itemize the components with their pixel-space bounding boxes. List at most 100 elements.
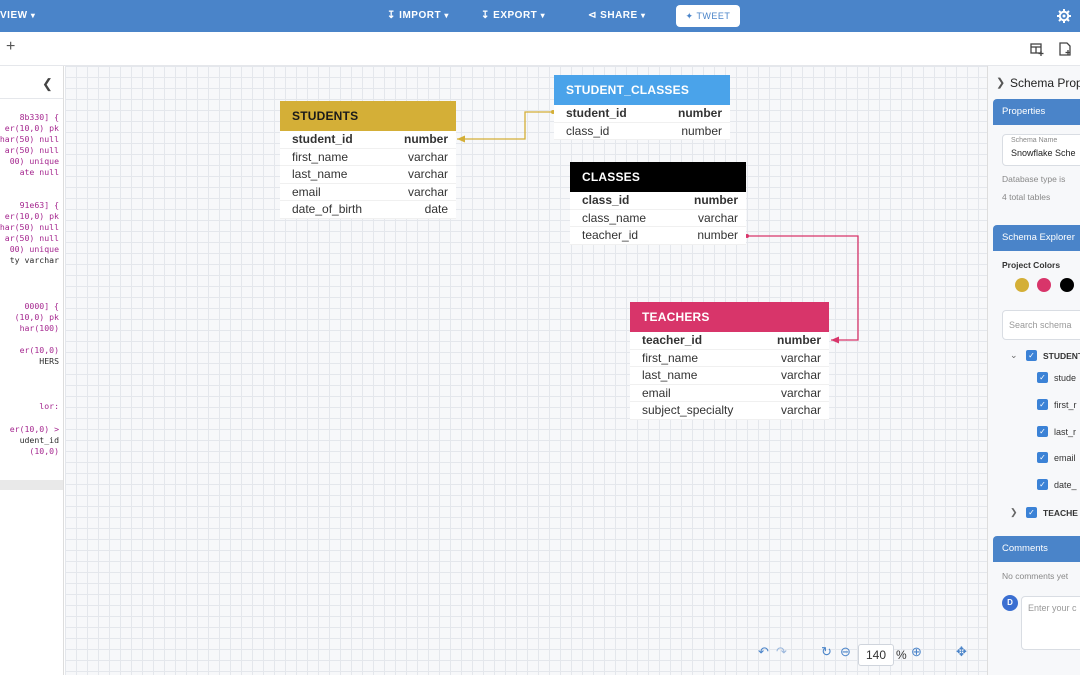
comments-header[interactable]: Comments — [993, 536, 1080, 562]
export-button[interactable]: ↧ EXPORT ▾ — [481, 0, 545, 32]
table-header[interactable]: STUDENTS — [280, 101, 456, 131]
code-line[interactable]: (10,0) — [29, 446, 59, 456]
table-row[interactable]: date_of_birth date — [280, 201, 456, 219]
properties-section-header[interactable]: Properties — [993, 99, 1080, 125]
chevron-down-icon[interactable]: ⌄ — [1010, 350, 1018, 361]
code-line[interactable]: 0000] { — [24, 301, 59, 311]
tree-field-label[interactable]: stude — [1054, 373, 1076, 383]
code-line[interactable]: er(10,0) — [20, 345, 59, 355]
view-label: VIEW — [0, 10, 28, 21]
code-editor-panel[interactable]: ❮ 8b330] {er(10,0) pk har(50) null ar(50) … — [0, 66, 64, 675]
gear-icon[interactable] — [1056, 8, 1072, 24]
code-line[interactable]: har(100) — [20, 323, 59, 333]
code-line[interactable]: HERS — [39, 356, 59, 366]
code-line[interactable]: ate null — [20, 167, 59, 177]
add-table-icon[interactable] — [1030, 42, 1044, 56]
color-swatch[interactable] — [1060, 278, 1074, 292]
field-type: number — [697, 228, 738, 243]
code-line[interactable]: 00) unique — [10, 156, 59, 166]
diagram-canvas[interactable]: STUDENTS student_id number first_name varch… — [65, 66, 987, 675]
chevron-right-icon[interactable]: ❯ — [996, 76, 1005, 89]
checkbox-field[interactable]: ✓ — [1037, 372, 1048, 383]
tree-field-label[interactable]: date_ — [1054, 480, 1077, 490]
share-button[interactable]: ⊲ SHARE ▾ — [588, 0, 645, 32]
undo-icon[interactable]: ↶ — [758, 644, 769, 666]
code-line[interactable]: 91e63] { — [20, 200, 59, 210]
table-header[interactable]: CLASSES — [570, 162, 746, 192]
table-row[interactable]: class_id number — [570, 192, 746, 210]
tree-field-label[interactable]: last_r — [1054, 427, 1076, 437]
tweet-button[interactable]: ✦ TWEET — [676, 5, 740, 27]
color-swatch[interactable] — [1037, 278, 1051, 292]
table-row[interactable]: last_name varchar — [630, 367, 829, 385]
reset-view-icon[interactable]: ↻ — [821, 644, 832, 666]
checkbox-field[interactable]: ✓ — [1037, 452, 1048, 463]
tree-students-label[interactable]: STUDENT — [1043, 351, 1080, 361]
chevron-right-icon[interactable]: ❯ — [1010, 507, 1018, 518]
table-row[interactable]: first_name varchar — [280, 149, 456, 167]
table-header[interactable]: STUDENT_CLASSES — [554, 75, 730, 105]
tree-field-label[interactable]: first_r — [1054, 400, 1077, 410]
checkbox-field[interactable]: ✓ — [1037, 479, 1048, 490]
field-name: last_name — [642, 368, 698, 383]
code-line[interactable]: lor: — [39, 401, 59, 411]
code-line[interactable]: 8b330] { — [20, 112, 59, 122]
table-row[interactable]: class_id number — [554, 123, 730, 141]
code-line[interactable]: (10,0) pk — [15, 312, 59, 322]
zoom-in-icon[interactable]: ⊕ — [911, 644, 922, 666]
table-classes[interactable]: CLASSES class_id number class_name varchar t… — [570, 162, 746, 245]
checkbox-students[interactable]: ✓ — [1026, 350, 1037, 361]
field-type: number — [403, 132, 448, 146]
checkbox-teachers[interactable]: ✓ — [1026, 507, 1037, 518]
chevron-down-icon: ▾ — [444, 11, 449, 20]
field-name: last_name — [292, 167, 348, 182]
checkbox-field[interactable]: ✓ — [1037, 399, 1048, 410]
field-type: varchar — [780, 368, 821, 383]
code-line[interactable]: har(50) null — [0, 222, 59, 232]
table-students[interactable]: STUDENTS student_id number first_name varch… — [280, 101, 456, 219]
horizontal-scrollbar[interactable] — [0, 480, 63, 490]
fit-view-icon[interactable]: ✥ — [956, 644, 967, 666]
table-row[interactable]: student_id number — [554, 105, 730, 123]
collapse-panel-icon[interactable]: ❮ — [42, 76, 53, 92]
table-row[interactable]: class_name varchar — [570, 210, 746, 228]
code-line[interactable]: ar(50) null — [5, 145, 59, 155]
field-name: teacher_id — [642, 333, 703, 347]
code-line[interactable]: har(50) null — [0, 134, 59, 144]
code-line[interactable]: ar(50) null — [5, 233, 59, 243]
code-line[interactable]: er(10,0) > — [10, 424, 59, 434]
table-row[interactable]: teacher_id number — [570, 227, 746, 245]
table-student-classes[interactable]: STUDENT_CLASSES student_id number class_id… — [554, 75, 730, 141]
table-row[interactable]: last_name varchar — [280, 166, 456, 184]
zoom-out-icon[interactable]: ⊖ — [840, 644, 851, 666]
code-line[interactable]: udent_id — [20, 435, 59, 445]
add-note-icon[interactable] — [1058, 42, 1072, 56]
table-row[interactable]: email varchar — [630, 385, 829, 403]
table-header[interactable]: TEACHERS — [630, 302, 829, 332]
redo-icon[interactable]: ↷ — [776, 644, 787, 666]
view-menu[interactable]: VIEW ▾ — [0, 0, 35, 32]
tree-teachers-label[interactable]: TEACHE — [1043, 508, 1078, 518]
add-tab-icon[interactable]: + — [6, 38, 15, 56]
editor-divider — [0, 98, 63, 99]
schema-name-field[interactable]: Schema Name Snowflake Sche — [1002, 134, 1080, 166]
table-row[interactable]: teacher_id number — [630, 332, 829, 350]
zoom-input[interactable]: 140 — [858, 644, 894, 666]
table-row[interactable]: student_id number — [280, 131, 456, 149]
table-teachers[interactable]: TEACHERS teacher_id number first_name varch… — [630, 302, 829, 420]
table-row[interactable]: email varchar — [280, 184, 456, 202]
import-button[interactable]: ↧ IMPORT ▾ — [387, 0, 449, 32]
schema-explorer-header[interactable]: Schema Explorer — [993, 225, 1080, 251]
code-line[interactable]: er(10,0) pk — [5, 211, 59, 221]
code-line[interactable]: ty varchar — [10, 255, 59, 265]
code-line[interactable]: er(10,0) pk — [5, 123, 59, 133]
import-label: IMPORT — [399, 10, 442, 21]
table-row[interactable]: first_name varchar — [630, 350, 829, 368]
checkbox-field[interactable]: ✓ — [1037, 426, 1048, 437]
table-row[interactable]: subject_specialty varchar — [630, 402, 829, 420]
color-swatch[interactable] — [1015, 278, 1029, 292]
code-line[interactable]: 00) unique — [10, 244, 59, 254]
comment-input[interactable]: Enter your c — [1021, 596, 1080, 650]
tree-field-label[interactable]: email — [1054, 453, 1076, 463]
search-schema-input[interactable]: Search schema — [1002, 310, 1080, 340]
